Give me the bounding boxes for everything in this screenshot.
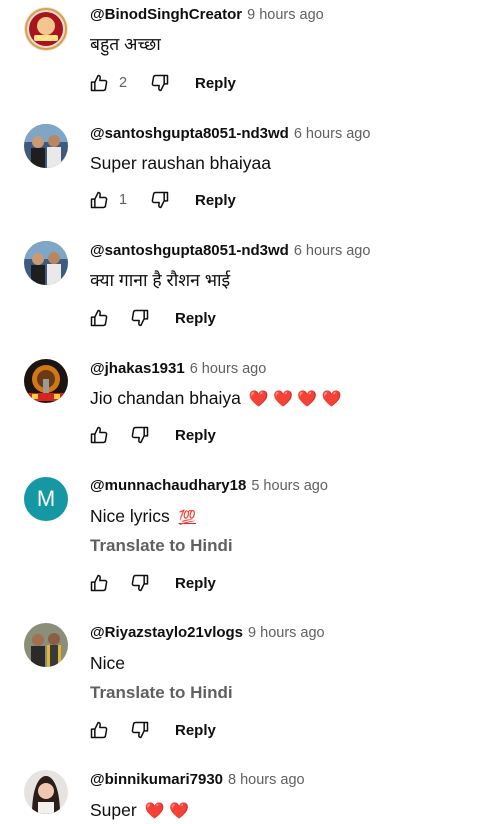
avatar[interactable]	[24, 124, 68, 168]
author-handle[interactable]: @jhakas1931	[90, 360, 185, 377]
comment-time[interactable]: 9 hours ago	[247, 7, 324, 23]
author-handle[interactable]: @BinodSinghCreator	[90, 6, 242, 23]
reply-button[interactable]: Reply	[195, 192, 236, 209]
hundred-emoji: 💯	[178, 509, 197, 525]
reply-button[interactable]: Reply	[175, 310, 216, 327]
thumbs-down-icon[interactable]	[149, 189, 171, 211]
heart-emoji: ❤️ ❤️	[144, 803, 189, 820]
translate-button[interactable]: Translate to Hindi	[90, 535, 233, 557]
thumbs-down-icon[interactable]	[129, 307, 151, 329]
comment-item: @santoshgupta8051-nd3wd 6 hours ago Super…	[0, 118, 503, 235]
comment-actions: Reply	[88, 718, 216, 742]
comment-header: @Riyazstaylo21vlogs 9 hours ago	[90, 623, 325, 643]
comment-header: @santoshgupta8051-nd3wd 6 hours ago	[90, 241, 370, 261]
comment-header: @jhakas1931 6 hours ago	[90, 359, 266, 379]
reply-button[interactable]: Reply	[195, 75, 236, 92]
avatar[interactable]	[24, 359, 68, 403]
thumbs-down-icon[interactable]	[129, 719, 151, 741]
comment-text-body: Jio chandan bhaiya	[90, 388, 241, 408]
comment-text-body: Nice lyrics	[90, 506, 170, 526]
thumbs-up-icon[interactable]	[88, 719, 110, 741]
comment-text: Super raushan bhaiyaa	[90, 153, 271, 173]
author-handle[interactable]: @munnachaudhary18	[90, 477, 246, 494]
author-handle[interactable]: @Riyazstaylo21vlogs	[90, 624, 243, 641]
comment-text: Nice	[90, 653, 126, 673]
comment-item: @santoshgupta8051-nd3wd 6 hours ago क्या …	[0, 235, 503, 352]
comment-item: M @munnachaudhary18 5 hours ago Nice lyri…	[0, 470, 503, 617]
heart-emoji: ❤️ ❤️ ❤️ ❤️	[248, 391, 342, 408]
avatar[interactable]	[24, 241, 68, 285]
comment-actions: Reply	[88, 306, 216, 330]
thumbs-down-icon[interactable]	[149, 72, 171, 94]
reply-button[interactable]: Reply	[175, 427, 216, 444]
comment-actions: Reply	[88, 571, 216, 595]
avatar[interactable]: M	[24, 477, 68, 521]
comment-text-body: Super	[90, 800, 137, 820]
comment-actions: 1 Reply	[88, 188, 236, 212]
reply-button[interactable]: Reply	[175, 722, 216, 739]
like-count: 1	[119, 192, 128, 208]
author-handle[interactable]: @binnikumari7930	[90, 771, 223, 788]
comment-text: बहुत अच्छा	[90, 34, 161, 54]
comment-text: Nice lyrics 💯	[90, 504, 196, 529]
comment-actions: Reply	[88, 423, 216, 447]
author-handle[interactable]: @santoshgupta8051-nd3wd	[90, 125, 289, 142]
comment-time[interactable]: 6 hours ago	[294, 126, 371, 142]
avatar[interactable]	[24, 7, 68, 51]
thumbs-up-icon[interactable]	[88, 424, 110, 446]
comment-time[interactable]: 5 hours ago	[251, 478, 328, 494]
comment-text: Jio chandan bhaiya ❤️ ❤️ ❤️ ❤️	[90, 386, 342, 412]
comment-header: @BinodSinghCreator 9 hours ago	[90, 5, 324, 25]
comment-time[interactable]: 6 hours ago	[294, 243, 371, 259]
comment-header: @santoshgupta8051-nd3wd 6 hours ago	[90, 124, 370, 144]
thumbs-down-icon[interactable]	[129, 572, 151, 594]
thumbs-up-icon[interactable]	[88, 307, 110, 329]
comment-text: Super ❤️ ❤️	[90, 798, 189, 824]
comment-actions: 2 Reply	[88, 71, 236, 95]
avatar[interactable]	[24, 770, 68, 814]
comment-text: क्या गाना है रौशन भाई	[90, 270, 231, 290]
avatar[interactable]	[24, 623, 68, 667]
like-count: 2	[119, 75, 128, 91]
thumbs-down-icon[interactable]	[129, 424, 151, 446]
thumbs-up-icon[interactable]	[88, 72, 110, 94]
reply-button[interactable]: Reply	[175, 575, 216, 592]
comment-time[interactable]: 9 hours ago	[248, 625, 325, 641]
comment-item: @binnikumari7930 8 hours ago Super ❤️ ❤️	[0, 764, 503, 820]
thumbs-up-icon[interactable]	[88, 572, 110, 594]
comment-item: @BinodSinghCreator 9 hours ago बहुत अच्छा…	[0, 0, 503, 117]
translate-button[interactable]: Translate to Hindi	[90, 682, 233, 704]
avatar-letter: M	[36, 486, 56, 511]
thumbs-up-icon[interactable]	[88, 189, 110, 211]
comment-header: @binnikumari7930 8 hours ago	[90, 770, 305, 790]
comment-time[interactable]: 8 hours ago	[228, 772, 305, 788]
comment-time[interactable]: 6 hours ago	[190, 361, 267, 377]
comment-item: @Riyazstaylo21vlogs 9 hours ago Nice Tran…	[0, 617, 503, 764]
author-handle[interactable]: @santoshgupta8051-nd3wd	[90, 242, 289, 259]
comment-item: @jhakas1931 6 hours ago Jio chandan bhaiy…	[0, 353, 503, 470]
comment-header: @munnachaudhary18 5 hours ago	[90, 476, 328, 496]
